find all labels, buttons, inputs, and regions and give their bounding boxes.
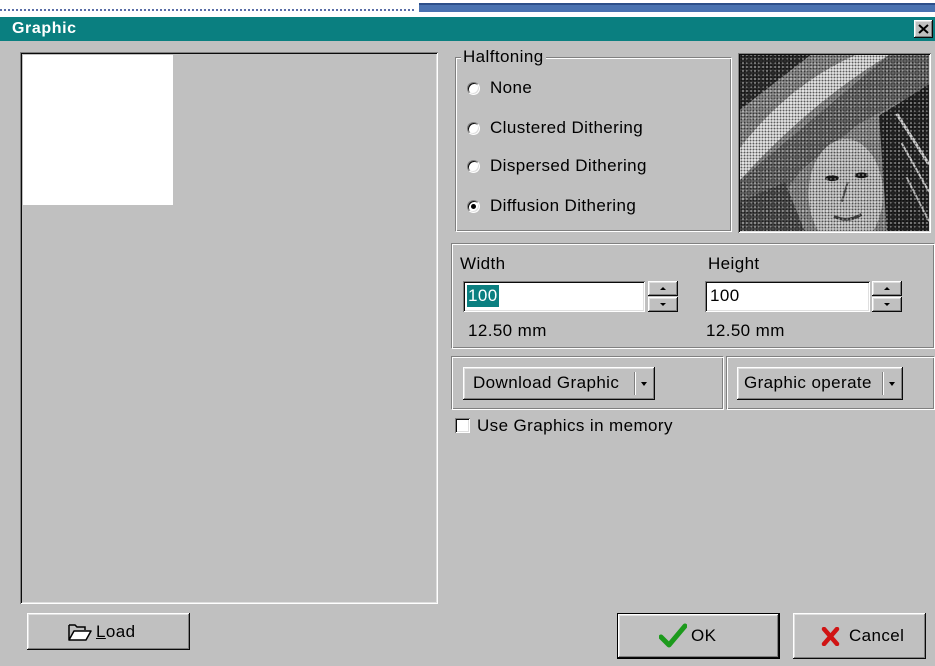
radio-diffusion-dithering-label[interactable]: Diffusion Dithering bbox=[490, 196, 636, 216]
height-mm-readout: 12.50 mm bbox=[706, 321, 785, 340]
use-graphics-in-memory-checkbox[interactable] bbox=[455, 418, 470, 433]
graphic-operate-button[interactable]: Graphic operate bbox=[737, 367, 903, 400]
width-value: 100 bbox=[467, 285, 499, 307]
arrow-down-icon bbox=[884, 303, 890, 306]
width-label: Width bbox=[460, 254, 506, 273]
arrow-up-icon bbox=[660, 287, 666, 290]
height-spinner[interactable] bbox=[872, 281, 902, 312]
ok-label: OK bbox=[691, 626, 717, 645]
arrow-down-icon bbox=[660, 303, 666, 306]
arrow-up-icon bbox=[884, 287, 890, 290]
dither-texture bbox=[740, 55, 929, 231]
checkmark-icon bbox=[659, 623, 687, 648]
x-icon bbox=[821, 627, 840, 646]
cancel-button[interactable]: Cancel bbox=[793, 613, 926, 659]
halftoning-label: Halftoning bbox=[461, 47, 546, 67]
radio-clustered-dithering[interactable] bbox=[467, 122, 480, 135]
radio-none-label[interactable]: None bbox=[490, 78, 532, 98]
width-input[interactable]: 100 bbox=[463, 281, 645, 312]
halftone-sample-image bbox=[738, 53, 931, 233]
radio-dispersed-dithering-label[interactable]: Dispersed Dithering bbox=[490, 156, 647, 176]
radio-diffusion-dithering[interactable] bbox=[467, 200, 480, 213]
height-input[interactable]: 100 bbox=[705, 281, 870, 312]
folder-open-icon bbox=[68, 624, 92, 641]
graphic-operate-label: Graphic operate bbox=[744, 373, 872, 392]
height-label: Height bbox=[708, 254, 760, 273]
window-title: Graphic bbox=[12, 20, 77, 37]
width-spin-down-button[interactable] bbox=[648, 297, 678, 312]
width-spinner[interactable] bbox=[648, 281, 678, 312]
height-spin-up-button[interactable] bbox=[872, 281, 902, 296]
height-value: 100 bbox=[710, 286, 740, 305]
width-mm-readout: 12.50 mm bbox=[468, 321, 547, 340]
background-window-bar bbox=[419, 3, 935, 12]
graphic-canvas[interactable] bbox=[23, 55, 173, 205]
download-graphic-button[interactable]: Download Graphic bbox=[463, 367, 655, 400]
radio-none[interactable] bbox=[467, 82, 480, 95]
load-label: Load bbox=[96, 622, 136, 641]
chevron-down-icon[interactable] bbox=[641, 382, 647, 386]
dotted-line bbox=[0, 9, 414, 11]
ok-button[interactable]: OK bbox=[617, 613, 780, 659]
radio-clustered-dithering-label[interactable]: Clustered Dithering bbox=[490, 118, 643, 138]
dropdown-divider bbox=[882, 372, 884, 395]
width-spin-up-button[interactable] bbox=[648, 281, 678, 296]
dropdown-divider bbox=[634, 372, 636, 395]
close-button[interactable] bbox=[914, 20, 933, 38]
chevron-down-icon[interactable] bbox=[889, 382, 895, 386]
radio-dispersed-dithering[interactable] bbox=[467, 160, 480, 173]
load-button[interactable]: Load bbox=[27, 613, 190, 650]
close-icon bbox=[918, 24, 929, 34]
download-graphic-label: Download Graphic bbox=[473, 373, 620, 392]
use-graphics-in-memory-label[interactable]: Use Graphics in memory bbox=[477, 416, 673, 436]
title-bar[interactable] bbox=[0, 17, 935, 41]
cancel-label: Cancel bbox=[849, 626, 905, 645]
height-spin-down-button[interactable] bbox=[872, 297, 902, 312]
